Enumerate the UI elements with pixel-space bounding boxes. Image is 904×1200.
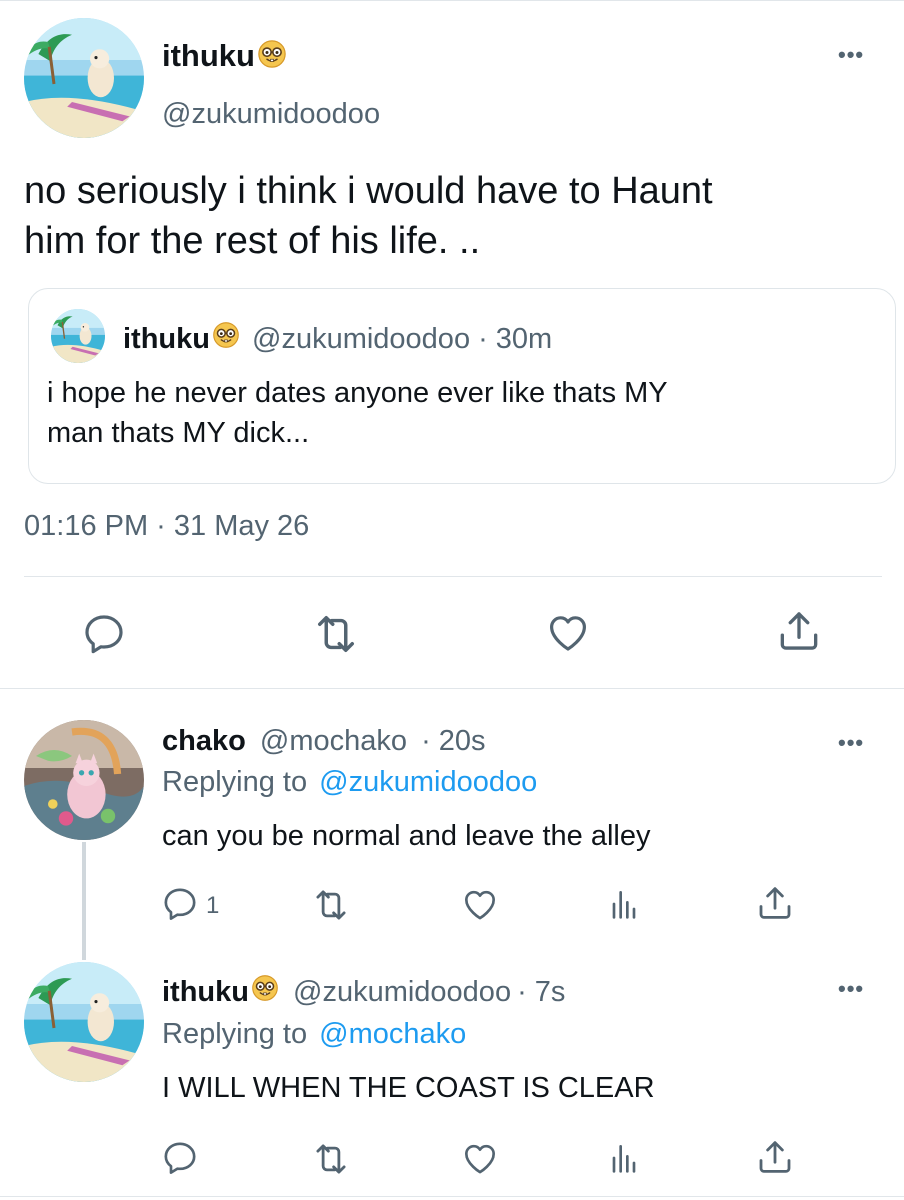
reply-time[interactable]: · 7s: [517, 976, 565, 1009]
reply-author-handle[interactable]: @zukumidoodoo: [293, 976, 511, 1009]
quoted-author-avatar: [51, 309, 105, 363]
reply-text: I WILL WHEN THE COAST IS CLEAR: [162, 1072, 655, 1104]
share-icon[interactable]: [774, 606, 824, 656]
share-icon[interactable]: [754, 1136, 796, 1178]
analytics-icon[interactable]: [604, 884, 644, 924]
quoted-author-display-name: ithuku: [123, 322, 210, 355]
nerd-face-emoji-icon: [212, 321, 240, 357]
reply-author-handle[interactable]: @mochako: [260, 725, 407, 757]
reply-author-avatar[interactable]: [24, 962, 144, 1082]
quoted-header-row: ithuku @zukumidoodoo · 30m: [123, 321, 552, 357]
replying-to-handle-link[interactable]: @zukumidoodoo: [319, 766, 537, 798]
quoted-tweet-time: · 30m: [478, 322, 553, 355]
reply-count: 1: [206, 892, 220, 919]
quoted-tweet-text-line: man thats MY dick...: [47, 417, 310, 449]
reply-header-row: chako @mochako · 20s: [162, 725, 486, 758]
replying-to-line: Replying to @mochako: [162, 1018, 466, 1051]
beach-bird-avatar-image: [24, 18, 144, 138]
top-divider: [0, 0, 904, 1]
replying-to-prefix: Replying to: [162, 1018, 308, 1050]
bottom-divider: [0, 1196, 904, 1197]
reply-text: can you be normal and leave the alley: [162, 820, 651, 852]
reply-header-row: ithuku @zukumidoodoo · 7s: [162, 974, 565, 1010]
quoted-tweet-text: i hope he never dates anyone ever like t…: [47, 373, 668, 453]
nerd-face-emoji-icon: [251, 974, 279, 1010]
heart-icon[interactable]: [460, 1138, 500, 1178]
reply-icon[interactable]: [160, 884, 200, 924]
timestamp-divider: [24, 576, 882, 577]
replying-to-handle-link[interactable]: @mochako: [319, 1018, 466, 1050]
quoted-tweet-card[interactable]: ithuku @zukumidoodoo · 30m i hope he nev…: [28, 288, 896, 484]
thread-connector-line: [82, 842, 86, 960]
main-more-options-icon[interactable]: •••: [838, 44, 864, 66]
main-tweet-text-line: no seriously i think i would have to Hau…: [24, 170, 713, 212]
retweet-icon[interactable]: [310, 608, 362, 660]
main-author-name-row[interactable]: ithuku: [162, 36, 287, 76]
beach-bird-avatar-image: [51, 309, 105, 363]
reply-icon[interactable]: [80, 610, 128, 658]
heart-icon[interactable]: [460, 884, 500, 924]
main-tweet-timestamp[interactable]: 01:16 PM · 31 May 26: [24, 510, 309, 543]
beach-bird-avatar-image: [24, 962, 144, 1082]
retweet-icon[interactable]: [310, 1138, 352, 1180]
main-tweet-text-line: him for the rest of his life. ..: [24, 220, 481, 262]
pet-avatar-image: [24, 720, 144, 840]
reply-author-display-name[interactable]: chako: [162, 725, 246, 757]
heart-icon[interactable]: [544, 608, 592, 656]
nerd-face-emoji-icon: [257, 39, 287, 74]
quoted-tweet-text-line: i hope he never dates anyone ever like t…: [47, 377, 668, 409]
replying-to-prefix: Replying to: [162, 766, 308, 798]
reply-author-display-name[interactable]: ithuku: [162, 976, 249, 1009]
retweet-icon[interactable]: [310, 884, 352, 926]
reply-more-options-icon[interactable]: •••: [838, 978, 864, 1000]
reply-icon[interactable]: [160, 1138, 200, 1178]
share-icon[interactable]: [754, 882, 796, 924]
replying-to-line: Replying to @zukumidoodoo: [162, 766, 537, 799]
quoted-author-handle: @zukumidoodoo: [252, 322, 471, 355]
main-tweet-text: no seriously i think i would have to Hau…: [24, 166, 713, 266]
main-author-avatar[interactable]: [24, 18, 144, 138]
reply-author-avatar[interactable]: [24, 720, 144, 840]
thread-divider: [0, 688, 904, 689]
main-author-display-name[interactable]: ithuku: [162, 38, 255, 74]
reply-more-options-icon[interactable]: •••: [838, 732, 864, 754]
analytics-icon[interactable]: [604, 1138, 644, 1178]
reply-time[interactable]: · 20s: [421, 725, 485, 757]
main-author-handle[interactable]: @zukumidoodoo: [162, 98, 380, 131]
